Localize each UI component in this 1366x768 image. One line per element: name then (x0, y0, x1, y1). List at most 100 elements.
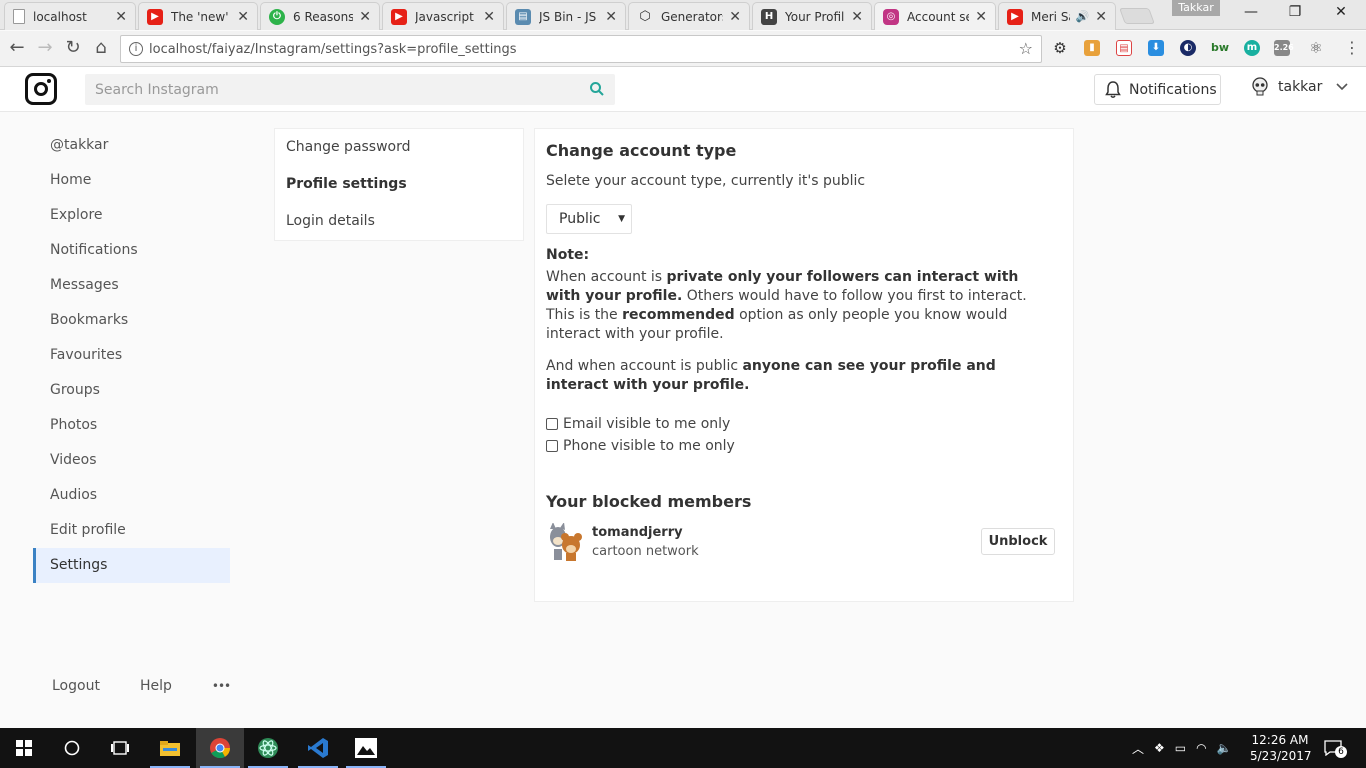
logout-link[interactable]: Logout (52, 678, 100, 694)
browser-tab-active[interactable]: ◎ Account se ✕ (874, 2, 996, 30)
windows-start-icon[interactable] (0, 728, 48, 768)
minimize-icon[interactable]: — (1228, 4, 1274, 20)
tab-label: JS Bin - JS B (539, 9, 599, 24)
task-view-icon[interactable] (96, 728, 144, 768)
browser-tab[interactable]: ▶ The 'new' k ✕ (138, 2, 258, 30)
app-header: Notifications takkar (0, 67, 1366, 112)
volume-icon[interactable]: 🔈 (1217, 741, 1232, 755)
sidebar-item-favourites[interactable]: Favourites (33, 338, 230, 373)
system-clock[interactable]: 12:26 AM 5/23/2017 (1250, 732, 1312, 764)
close-icon[interactable]: ✕ (237, 9, 249, 25)
close-icon[interactable]: ✕ (483, 9, 495, 25)
user-menu[interactable]: takkar (1250, 77, 1348, 97)
dropbox-icon[interactable]: ❖ (1154, 741, 1165, 755)
sidebar-item-groups[interactable]: Groups (33, 373, 230, 408)
info-icon[interactable]: i (129, 42, 143, 56)
section-description: Selete your account type, currently it's… (546, 173, 866, 189)
member-avatar[interactable] (546, 523, 584, 561)
note-text: When account is (546, 269, 667, 285)
email-visibility-checkbox[interactable]: Email visible to me only (546, 416, 730, 432)
close-icon[interactable]: ✕ (115, 9, 127, 25)
chevron-down-icon[interactable] (1336, 83, 1348, 91)
wifi-icon[interactable]: ◠ (1196, 741, 1206, 755)
menu-icon[interactable]: ⋮ (1344, 38, 1360, 57)
reload-icon[interactable]: ↻ (62, 37, 84, 59)
sidebar-item-bookmarks[interactable]: Bookmarks (33, 303, 230, 338)
action-center-icon[interactable]: 6 (1324, 728, 1347, 768)
account-type-select[interactable]: Public ▼ (546, 204, 632, 234)
extension-icon[interactable]: ▮ (1084, 40, 1100, 56)
browser-tab[interactable]: localhost ✕ (4, 2, 136, 30)
submenu-profile-settings[interactable]: Profile settings (275, 166, 523, 203)
codepen-icon: ⬡ (639, 9, 651, 24)
close-icon[interactable]: ✕ (729, 9, 741, 25)
chrome-icon[interactable] (196, 728, 244, 768)
close-icon[interactable]: ✕ (1095, 9, 1107, 25)
restore-icon[interactable]: ❐ (1272, 4, 1318, 20)
close-icon[interactable]: ✕ (975, 9, 987, 25)
close-icon[interactable]: ✕ (851, 9, 863, 25)
instagram-logo-icon[interactable] (25, 73, 57, 105)
address-bar[interactable]: i localhost/faiyaz/Instagram/settings?as… (120, 35, 1042, 63)
browser-tab[interactable]: ▶ Meri Sar 🔊 ✕ (998, 2, 1116, 30)
clock-date: 5/23/2017 (1250, 749, 1312, 763)
forward-icon[interactable]: → (34, 37, 56, 59)
extension-icon[interactable]: ⚛ (1308, 40, 1324, 56)
checkbox-label: Email visible to me only (563, 416, 731, 432)
back-icon[interactable]: ← (6, 37, 28, 59)
browser-tab[interactable]: ⏻ 6 Reasons V ✕ (260, 2, 380, 30)
browser-tab[interactable]: ▶ Javascript E ✕ (382, 2, 504, 30)
help-link[interactable]: Help (140, 678, 172, 694)
member-subtitle: cartoon network (592, 544, 699, 559)
notifications-button[interactable]: Notifications (1094, 74, 1221, 105)
extension-icon[interactable]: ▤ (1116, 40, 1132, 56)
browser-toolbar: ← → ↻ ⌂ i localhost/faiyaz/Instagram/set… (0, 31, 1366, 67)
close-window-icon[interactable]: ✕ (1318, 4, 1364, 20)
atom-icon[interactable] (244, 728, 292, 768)
file-explorer-icon[interactable] (146, 728, 194, 768)
submenu-change-password[interactable]: Change password (275, 129, 523, 166)
sidebar-item-photos[interactable]: Photos (33, 408, 230, 443)
sidebar-item-notifications[interactable]: Notifications (33, 233, 230, 268)
extension-icon[interactable]: m (1244, 40, 1260, 56)
download-badge-icon[interactable]: 2.26 (1274, 40, 1294, 56)
gear-icon[interactable]: ⚙ (1052, 40, 1068, 56)
url-text[interactable]: localhost/faiyaz/Instagram/settings?ask=… (149, 42, 517, 57)
sidebar-item-videos[interactable]: Videos (33, 443, 230, 478)
browser-tab[interactable]: ▤ JS Bin - JS B ✕ (506, 2, 626, 30)
sidebar-item-home[interactable]: Home (33, 163, 230, 198)
sidebar-item-audios[interactable]: Audios (33, 478, 230, 513)
sidebar-item-explore[interactable]: Explore (33, 198, 230, 233)
home-icon[interactable]: ⌂ (90, 37, 112, 59)
tab-label: Meri Sar (1031, 9, 1070, 24)
new-tab-button[interactable] (1119, 8, 1155, 24)
close-icon[interactable]: ✕ (359, 9, 371, 25)
browser-tab[interactable]: ⬡ Generators ✕ (628, 2, 750, 30)
vscode-icon[interactable] (294, 728, 342, 768)
browser-tab[interactable]: H Your Profile ✕ (752, 2, 872, 30)
search-input[interactable] (85, 74, 575, 105)
battery-icon[interactable]: ▭ (1175, 741, 1186, 755)
extension-icon[interactable]: bw (1210, 40, 1230, 56)
download-icon[interactable]: ⬇ (1148, 40, 1164, 56)
chevron-up-icon[interactable]: ︿ (1132, 740, 1144, 757)
cortana-search-icon[interactable] (48, 728, 96, 768)
sidebar-item-edit-profile[interactable]: Edit profile (33, 513, 230, 548)
photos-icon[interactable] (342, 728, 390, 768)
submenu-login-details[interactable]: Login details (275, 203, 523, 240)
search-icon[interactable] (589, 81, 605, 97)
sidebar-item-profile-handle[interactable]: @takkar (33, 128, 230, 163)
bookmark-star-icon[interactable]: ☆ (1019, 39, 1033, 58)
phone-visibility-checkbox[interactable]: Phone visible to me only (546, 438, 735, 454)
member-name[interactable]: tomandjerry (592, 525, 683, 540)
more-options-icon[interactable]: ••• (212, 679, 231, 693)
checkbox-box[interactable] (546, 418, 558, 430)
checkbox-box[interactable] (546, 440, 558, 452)
sidebar-item-messages[interactable]: Messages (33, 268, 230, 303)
unblock-button[interactable]: Unblock (981, 528, 1055, 555)
close-icon[interactable]: ✕ (605, 9, 617, 25)
extension-icon[interactable]: ◐ (1180, 40, 1196, 56)
sidebar-item-settings[interactable]: Settings (33, 548, 230, 583)
note-paragraph-public: And when account is public anyone can se… (546, 357, 1046, 395)
profile-badge[interactable]: Takkar (1172, 0, 1220, 16)
